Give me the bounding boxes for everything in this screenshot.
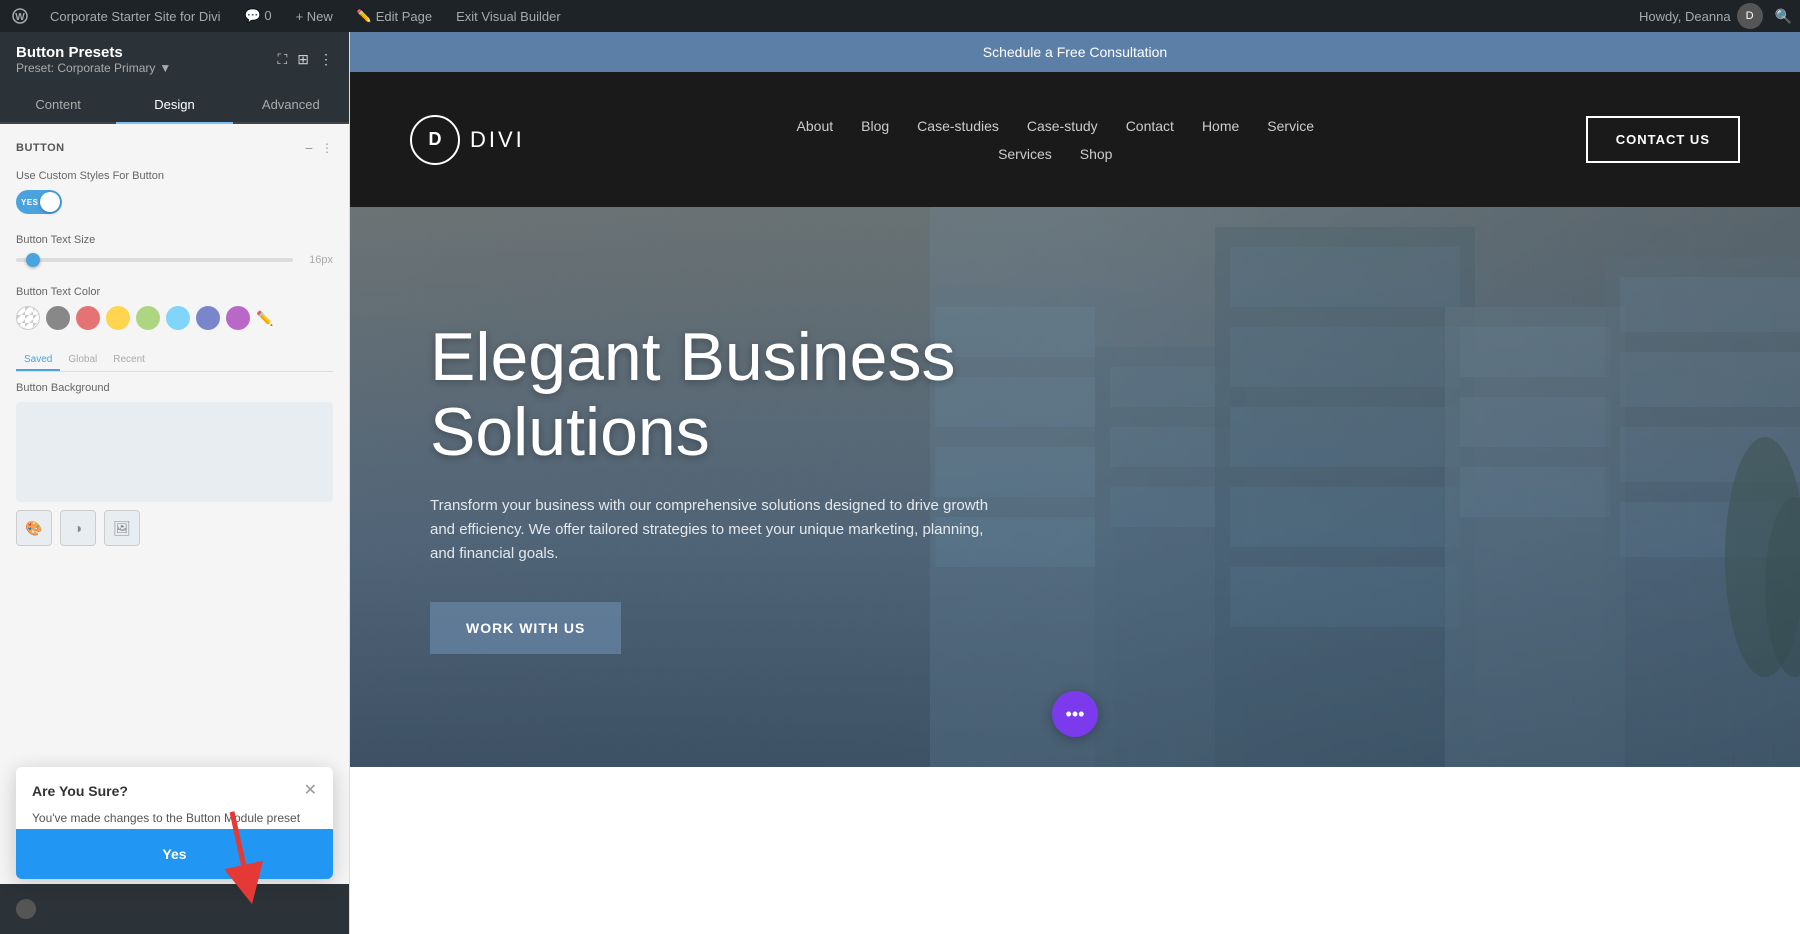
- preset-tab-saved[interactable]: Saved: [16, 350, 60, 371]
- field-button-text-size: Button Text Size 16px: [16, 234, 333, 266]
- nav-service[interactable]: Service: [1267, 118, 1314, 134]
- logo-circle: D: [410, 115, 460, 165]
- hero-subtitle: Transform your business with our compreh…: [430, 494, 1010, 566]
- user-menu[interactable]: Howdy, Deanna D: [1639, 3, 1763, 29]
- section-more-icon[interactable]: ⋮: [321, 141, 333, 155]
- nav-row-2: Services Shop: [998, 146, 1112, 162]
- wp-logo-icon[interactable]: W: [8, 4, 32, 28]
- color-swatch-lime[interactable]: [136, 306, 160, 330]
- nav-home[interactable]: Home: [1202, 118, 1239, 134]
- field-button-background: Button Background 🎨 ◑ 🖼: [16, 382, 333, 546]
- field-use-custom-styles: Use Custom Styles For Button YES: [16, 170, 333, 214]
- fullscreen-icon[interactable]: ⛶: [277, 51, 287, 68]
- tab-advanced[interactable]: Advanced: [233, 87, 349, 124]
- color-swatch-pink[interactable]: [76, 306, 100, 330]
- comments-link[interactable]: 💬 0: [239, 0, 278, 32]
- confirm-title: Are You Sure?: [32, 783, 128, 799]
- color-swatch-gray[interactable]: [46, 306, 70, 330]
- more-icon[interactable]: ⋮: [319, 51, 333, 68]
- hero-title: Elegant Business Solutions: [430, 320, 1080, 470]
- hero-section: Elegant Business Solutions Transform you…: [350, 207, 1800, 767]
- color-swatch-lightblue[interactable]: [166, 306, 190, 330]
- label-button-bg: Button Background: [16, 382, 333, 394]
- tab-design[interactable]: Design: [116, 87, 232, 124]
- nav-case-study[interactable]: Case-study: [1027, 118, 1098, 134]
- bg-option-image[interactable]: 🖼: [104, 510, 140, 546]
- field-button-text-color: Button Text Color ✏️: [16, 286, 333, 330]
- color-picker-icon[interactable]: ✏️: [256, 310, 273, 327]
- tab-content[interactable]: Content: [0, 87, 116, 124]
- preview-area: Schedule a Free Consultation D DIVI Abou…: [350, 32, 1800, 934]
- section-collapse-icon[interactable]: −: [305, 140, 313, 156]
- nav-contact[interactable]: Contact: [1126, 118, 1174, 134]
- text-size-slider[interactable]: [16, 258, 293, 262]
- color-swatch-indigo[interactable]: [196, 306, 220, 330]
- nav-links: About Blog Case-studies Case-study Conta…: [797, 118, 1314, 162]
- svg-text:W: W: [15, 12, 25, 23]
- preset-tab-recent[interactable]: Recent: [105, 350, 153, 371]
- bg-preview: [16, 402, 333, 502]
- hero-cta-button[interactable]: WORK WITH US: [430, 602, 621, 654]
- new-button[interactable]: + New: [290, 0, 339, 32]
- site-name-link[interactable]: Corporate Starter Site for Divi: [44, 0, 227, 32]
- bottom-dot: [16, 899, 36, 919]
- bg-options: 🎨 ◑ 🖼: [16, 510, 333, 546]
- bg-option-color[interactable]: 🎨: [16, 510, 52, 546]
- topbar-text: Schedule a Free Consultation: [983, 44, 1167, 60]
- color-swatches: ✏️: [16, 306, 333, 330]
- preset-tabs: Saved Global Recent: [16, 350, 333, 372]
- confirm-close-button[interactable]: ✕: [304, 783, 317, 799]
- logo-text: DIVI: [470, 127, 525, 153]
- nav-case-studies[interactable]: Case-studies: [917, 118, 999, 134]
- panel-bottom-bar: [0, 884, 349, 934]
- bg-option-gradient[interactable]: ◑: [60, 510, 96, 546]
- color-swatch-purple[interactable]: [226, 306, 250, 330]
- panel-preset-label[interactable]: Preset: Corporate Primary ▼: [16, 61, 171, 75]
- columns-icon[interactable]: ⊞: [297, 51, 309, 68]
- panel-header: Button Presets Preset: Corporate Primary…: [0, 32, 349, 87]
- custom-styles-toggle[interactable]: YES: [16, 190, 62, 214]
- section-title: Button: [16, 142, 65, 154]
- preset-tab-global[interactable]: Global: [60, 350, 105, 371]
- site-logo[interactable]: D DIVI: [410, 115, 525, 165]
- contact-us-button[interactable]: CONTACT US: [1586, 116, 1740, 163]
- color-swatch-yellow[interactable]: [106, 306, 130, 330]
- panel-header-icons: ⛶ ⊞ ⋮: [277, 51, 333, 68]
- avatar: D: [1737, 3, 1763, 29]
- admin-search-icon[interactable]: 🔍: [1775, 8, 1792, 25]
- nav-shop[interactable]: Shop: [1080, 146, 1113, 162]
- confirm-dialog: Are You Sure? ✕ You've made changes to t…: [16, 767, 333, 879]
- nav-row-1: About Blog Case-studies Case-study Conta…: [797, 118, 1314, 134]
- panel-tabs: Content Design Advanced: [0, 87, 349, 124]
- field-label-custom-styles: Use Custom Styles For Button: [16, 170, 333, 182]
- site-topbar: Schedule a Free Consultation: [350, 32, 1800, 72]
- label-button-text-color: Button Text Color: [16, 286, 333, 298]
- site-preview: Schedule a Free Consultation D DIVI Abou…: [350, 32, 1800, 934]
- color-swatch-transparent[interactable]: [16, 306, 40, 330]
- site-nav: D DIVI About Blog Case-studies Case-stud…: [350, 72, 1800, 207]
- hero-content: Elegant Business Solutions Transform you…: [430, 320, 1080, 654]
- left-panel: Button Presets Preset: Corporate Primary…: [0, 32, 350, 934]
- nav-about[interactable]: About: [797, 118, 834, 134]
- panel-title: Button Presets: [16, 44, 171, 61]
- label-button-text-size: Button Text Size: [16, 234, 333, 246]
- floating-action-button[interactable]: •••: [1052, 691, 1098, 737]
- nav-services[interactable]: Services: [998, 146, 1052, 162]
- text-size-value: 16px: [303, 254, 333, 266]
- wp-admin-bar: W Corporate Starter Site for Divi 💬 0 + …: [0, 0, 1800, 32]
- edit-page-button[interactable]: ✏️ Edit Page: [351, 0, 438, 32]
- exit-vb-button[interactable]: Exit Visual Builder: [450, 0, 567, 32]
- nav-blog[interactable]: Blog: [861, 118, 889, 134]
